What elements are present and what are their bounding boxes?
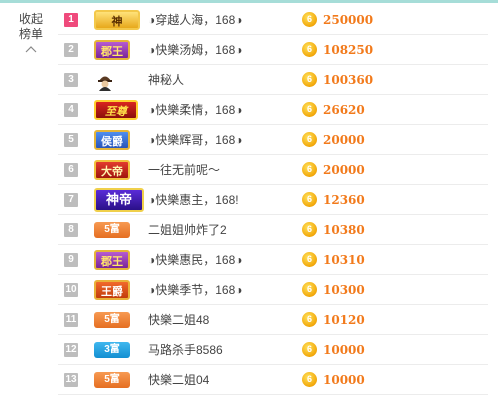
rank-badge: 5富 (94, 311, 130, 328)
user-name[interactable]: ◑快樂汤姆，168◑ (148, 41, 316, 58)
rank-number: 9 (64, 252, 78, 267)
user-name[interactable]: ◑快樂辉哥，168◑ (148, 131, 316, 148)
rank-number: 11 (64, 312, 78, 327)
score-value: 10300 (323, 283, 365, 297)
coin-icon: 6 (302, 312, 317, 327)
score-value: 100360 (323, 73, 374, 87)
leaderboard-row[interactable]: 2 郡王 ◑快樂汤姆，168◑ 6 108250 (58, 35, 488, 65)
coin-icon: 6 (302, 342, 317, 357)
leaderboard-row[interactable]: 11 5富 快樂二姐48 6 10120 (58, 305, 488, 335)
user-name[interactable]: 快樂二姐48 (148, 311, 316, 328)
rank-number: 8 (64, 222, 78, 237)
score-value: 10120 (323, 313, 365, 327)
rank-number: 6 (64, 162, 78, 177)
chevron-up-icon (25, 46, 37, 53)
user-name[interactable]: 快樂二姐04 (148, 371, 316, 388)
coin-icon: 6 (302, 192, 317, 207)
score-value: 26620 (323, 103, 365, 117)
user-name[interactable]: ◑快樂惠主，168! (148, 191, 316, 208)
score-value: 12360 (323, 193, 365, 207)
rank-badge-wrap: 侯爵 (94, 129, 144, 151)
rank-badge: 神帝 (94, 187, 144, 212)
coin-icon: 6 (302, 162, 317, 177)
rank-badge: 至尊 (94, 99, 138, 120)
coin-icon: 6 (302, 132, 317, 147)
rank-badge-wrap: 5富 (94, 309, 144, 331)
rank-badge: 5富 (94, 221, 130, 238)
rank-number: 12 (64, 342, 78, 357)
rank-number: 4 (64, 102, 78, 117)
rank-badge-wrap: 神帝 (94, 187, 144, 212)
coin-icon: 6 (302, 282, 317, 297)
leaderboard-row[interactable]: 6 大帝 一往无前呢～ 6 20000 (58, 155, 488, 185)
user-name[interactable]: ◑快樂季节，168◑ (148, 281, 316, 298)
score-value: 250000 (323, 13, 374, 27)
score-value: 10000 (323, 373, 365, 387)
coin-icon: 6 (302, 42, 317, 57)
collapse-leaderboard-button[interactable]: 收起 榜单 (12, 12, 50, 53)
rank-badge-wrap: 5富 (94, 369, 144, 391)
score-value: 108250 (323, 43, 374, 57)
rank-number: 2 (64, 42, 78, 57)
leaderboard-row[interactable]: 7 神帝 ◑快樂惠主，168! 6 12360 (58, 185, 488, 215)
leaderboard-row[interactable]: 1 神 ◑穿越人海，168◑ 6 250000 (58, 5, 488, 35)
rank-number: 10 (64, 282, 78, 297)
rank-badge-wrap: 至尊 (94, 99, 144, 121)
rank-badge-wrap: 3富 (94, 339, 144, 361)
user-name[interactable]: ◑快樂惠民，168◑ (148, 251, 316, 268)
leaderboard-row[interactable]: 4 至尊 ◑快樂柔情，168◑ 6 26620 (58, 95, 488, 125)
rank-badge: 神 (94, 9, 140, 30)
coin-icon: 6 (302, 72, 317, 87)
leaderboard-row[interactable]: 13 5富 快樂二姐04 6 10000 (58, 365, 488, 395)
leaderboard-row[interactable]: 9 郡王 ◑快樂惠民，168◑ 6 10310 (58, 245, 488, 275)
leaderboard-row[interactable]: 5 侯爵 ◑快樂辉哥，168◑ 6 20000 (58, 125, 488, 155)
user-name[interactable]: 一往无前呢～ (148, 161, 316, 178)
mystery-person-icon (94, 69, 116, 91)
coin-icon: 6 (302, 12, 317, 27)
user-name[interactable]: 神秘人 (148, 71, 316, 88)
leaderboard-row[interactable]: 3 神秘人 6 100360 (58, 65, 488, 95)
score-value: 10310 (323, 253, 365, 267)
score-value: 20000 (323, 163, 365, 177)
leaderboard-list: 1 神 ◑穿越人海，168◑ 6 250000 2 郡王 ◑快樂汤姆，168◑ 6 108250 3… (58, 5, 488, 395)
rank-number: 7 (64, 192, 78, 207)
rank-badge: 5富 (94, 371, 130, 388)
rank-badge-wrap: 大帝 (94, 159, 144, 181)
score-value: 10380 (323, 223, 365, 237)
rank-badge: 3富 (94, 341, 130, 358)
coin-icon: 6 (302, 102, 317, 117)
rank-badge-wrap: 郡王 (94, 39, 144, 61)
rank-badge-wrap (94, 69, 144, 91)
rank-badge-wrap: 郡王 (94, 249, 144, 271)
rank-number: 3 (64, 72, 78, 87)
coin-icon: 6 (302, 372, 317, 387)
collapse-label-line2: 榜单 (18, 27, 43, 41)
rank-badge: 郡王 (94, 39, 130, 60)
rank-badge-wrap: 5富 (94, 219, 144, 241)
rank-badge-wrap: 神 (94, 9, 144, 31)
score-value: 20000 (323, 133, 365, 147)
rank-badge: 大帝 (94, 159, 130, 180)
rank-number: 1 (64, 12, 78, 27)
score-value: 10000 (323, 343, 365, 357)
user-name[interactable]: 二姐姐帅炸了2 (148, 221, 316, 238)
user-name[interactable]: ◑穿越人海，168◑ (148, 11, 316, 28)
user-name[interactable]: 马路杀手8586 (148, 341, 316, 358)
collapse-label-line1: 收起 (18, 12, 43, 26)
rank-badge-wrap: 王爵 (94, 279, 144, 301)
coin-icon: 6 (302, 252, 317, 267)
rank-badge: 王爵 (94, 279, 130, 300)
rank-badge: 郡王 (94, 249, 130, 270)
rank-number: 5 (64, 132, 78, 147)
leaderboard-row[interactable]: 10 王爵 ◑快樂季节，168◑ 6 10300 (58, 275, 488, 305)
leaderboard-row[interactable]: 12 3富 马路杀手8586 6 10000 (58, 335, 488, 365)
rank-number: 13 (64, 372, 78, 387)
top-accent-bar (0, 0, 498, 3)
coin-icon: 6 (302, 222, 317, 237)
rank-badge: 侯爵 (94, 129, 130, 150)
user-name[interactable]: ◑快樂柔情，168◑ (148, 101, 316, 118)
leaderboard-row[interactable]: 8 5富 二姐姐帅炸了2 6 10380 (58, 215, 488, 245)
